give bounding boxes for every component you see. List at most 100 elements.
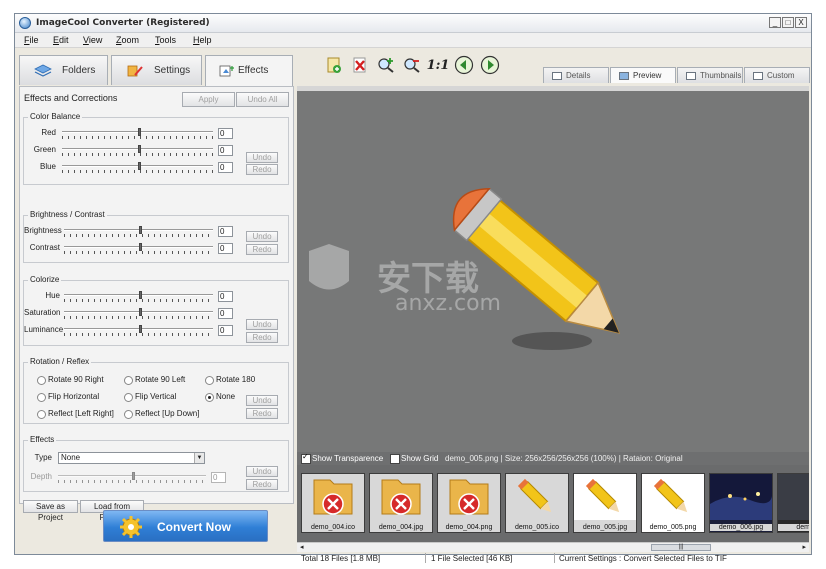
tab-settings[interactable]: Settings: [111, 55, 202, 85]
menu-file[interactable]: File: [24, 35, 39, 45]
menu-help[interactable]: Help: [193, 35, 212, 45]
none-radio[interactable]: None: [205, 392, 235, 402]
brightness-undo-button[interactable]: Undo: [246, 231, 278, 242]
scroll-left-icon[interactable]: ◂: [300, 543, 304, 551]
previous-button[interactable]: [453, 54, 475, 76]
convert-now-button[interactable]: Convert Now: [103, 510, 268, 542]
thumbnail-item[interactable]: demo_004.ico: [301, 473, 365, 533]
flip-horizontal-radio[interactable]: Flip Horizontal: [37, 392, 99, 402]
tab-thumbnails[interactable]: Thumbnails: [677, 67, 743, 83]
save-as-project-button[interactable]: Save as Project: [23, 500, 78, 522]
window-title: ImageCool Converter (Registered): [36, 18, 210, 28]
tab-preview[interactable]: Preview: [610, 67, 676, 83]
colorize-undo-button[interactable]: Undo: [246, 319, 278, 330]
blue-slider[interactable]: [62, 162, 213, 174]
menu-bar: File Edit View Zoom Tools Help: [15, 33, 811, 48]
zoom-out-icon: [404, 58, 420, 73]
rotate-90-left-radio[interactable]: Rotate 90 Left: [124, 375, 185, 385]
depth-slider[interactable]: [58, 472, 206, 484]
thumbnail-item[interactable]: demo_004.png: [437, 473, 501, 533]
title-bar: ImageCool Converter (Registered) _ □ X: [15, 14, 811, 33]
flip-vertical-radio[interactable]: Flip Vertical: [124, 392, 176, 402]
color-balance-undo-button[interactable]: Undo: [246, 152, 278, 163]
colorize-redo-button[interactable]: Redo: [246, 332, 278, 343]
luminance-value[interactable]: 0: [218, 325, 233, 336]
red-value[interactable]: 0: [218, 128, 233, 139]
menu-zoom[interactable]: Zoom: [116, 35, 139, 45]
effects-redo-button[interactable]: Redo: [246, 479, 278, 490]
green-value[interactable]: 0: [218, 145, 233, 156]
thumbnail-item[interactable]: demo_004.jpg: [369, 473, 433, 533]
tab-effects[interactable]: Effects: [205, 55, 293, 86]
watermark-logo: [309, 244, 349, 290]
brightness-slider[interactable]: [64, 226, 213, 238]
hue-slider[interactable]: [64, 291, 213, 303]
tab-custom[interactable]: Custom: [744, 67, 810, 83]
actual-size-button[interactable]: 1:1: [427, 54, 450, 76]
reflect-up-down-radio[interactable]: Reflect [Up Down]: [124, 409, 199, 419]
menu-view[interactable]: View: [83, 35, 102, 45]
red-slider[interactable]: [62, 128, 213, 140]
rotate-180-radio[interactable]: Rotate 180: [205, 375, 255, 385]
scrollbar-thumb[interactable]: |||: [651, 544, 711, 551]
thumbnail-strip: demo_004.ico demo_004.jpg demo_004.png d…: [297, 465, 809, 542]
maximize-button[interactable]: □: [782, 17, 794, 28]
remove-icon: [353, 57, 366, 73]
remove-button[interactable]: [349, 54, 371, 76]
thumbnail-item-selected[interactable]: demo_005.png: [641, 473, 705, 533]
menu-tools[interactable]: Tools: [155, 35, 176, 45]
rotation-redo-button[interactable]: Redo: [246, 408, 278, 419]
thumbnail-item[interactable]: demo_005.ico: [505, 473, 569, 533]
thumbnails-icon: [686, 72, 696, 80]
gear-icon: [120, 516, 142, 538]
folder-error-icon: [449, 479, 489, 515]
minimize-button[interactable]: _: [769, 17, 781, 28]
rotate-90-right-radio[interactable]: Rotate 90 Right: [37, 375, 104, 385]
next-button[interactable]: [479, 54, 501, 76]
zoom-out-button[interactable]: [401, 54, 423, 76]
show-grid-checkbox[interactable]: Show Grid: [390, 454, 438, 464]
close-button[interactable]: X: [795, 17, 807, 28]
brightness-value[interactable]: 0: [218, 226, 233, 237]
zoom-in-icon: [378, 58, 394, 73]
scroll-right-icon[interactable]: ▸: [802, 543, 806, 551]
blue-value[interactable]: 0: [218, 162, 233, 173]
rotation-undo-button[interactable]: Undo: [246, 395, 278, 406]
image-info: demo_005.png | Size: 256x256/256x256 (10…: [445, 454, 683, 463]
contrast-value[interactable]: 0: [218, 243, 233, 254]
folder-error-icon: [313, 479, 353, 515]
depth-value[interactable]: 0: [211, 472, 226, 483]
pencil-icon: [653, 478, 688, 513]
apply-button[interactable]: Apply: [182, 92, 235, 107]
folders-icon: [34, 64, 52, 77]
effects-panel: Effects and Corrections Apply Undo All C…: [19, 86, 294, 522]
zoom-in-button[interactable]: [375, 54, 397, 76]
reflect-left-right-radio[interactable]: Reflect [Left Right]: [37, 409, 114, 419]
brightness-redo-button[interactable]: Redo: [246, 244, 278, 255]
show-transparence-checkbox[interactable]: Show Transparence: [301, 452, 383, 464]
thumbnail-item[interactable]: demo_0: [777, 473, 809, 533]
menu-edit[interactable]: Edit: [53, 35, 69, 45]
contrast-slider[interactable]: [64, 243, 213, 255]
effect-type-select[interactable]: None ▼: [58, 452, 205, 464]
tab-folders[interactable]: Folders: [19, 55, 108, 85]
color-balance-redo-button[interactable]: Redo: [246, 164, 278, 175]
thumbnail-item[interactable]: demo_005.jpg: [573, 473, 637, 533]
hue-value[interactable]: 0: [218, 291, 233, 302]
luminance-slider[interactable]: [64, 325, 213, 337]
saturation-slider[interactable]: [64, 308, 213, 320]
thumbnail-item[interactable]: demo_006.jpg: [709, 473, 773, 533]
saturation-value[interactable]: 0: [218, 308, 233, 319]
undo-all-button[interactable]: Undo All: [236, 92, 289, 107]
add-file-button[interactable]: [323, 54, 345, 76]
green-slider[interactable]: [62, 145, 213, 157]
tab-details[interactable]: Details: [543, 67, 609, 83]
status-total-files: Total 18 Files [1.8 MB]: [301, 554, 381, 563]
status-bar: Total 18 Files [1.8 MB] 1 File Selected …: [297, 552, 809, 565]
colorize-group: Colorize Hue 0 Saturation 0 Luminance 0 …: [23, 275, 289, 346]
effects-undo-button[interactable]: Undo: [246, 466, 278, 477]
rotation-reflex-group: Rotation / Reflex Rotate 90 Right Rotate…: [23, 357, 289, 424]
folder-error-icon: [381, 479, 421, 515]
thumbnail-scrollbar[interactable]: ◂ ||| ▸: [297, 542, 809, 552]
add-file-icon: [327, 57, 341, 73]
